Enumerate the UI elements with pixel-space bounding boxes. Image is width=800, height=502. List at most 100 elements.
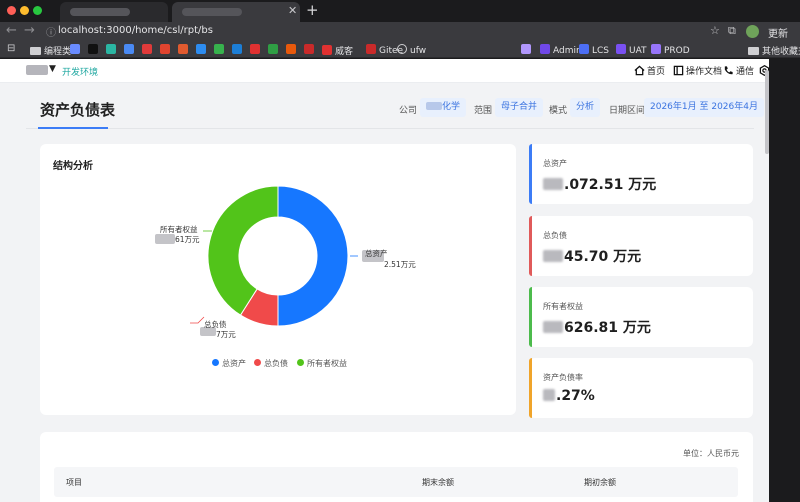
balance-sheet-table-card: 单位：人民币元 项目 期末余额 期初余额 bbox=[40, 432, 753, 502]
stat-value-text: 45.70 万元 bbox=[564, 249, 642, 265]
bookmark-item[interactable] bbox=[70, 44, 83, 56]
stat-value-text: .072.51 万元 bbox=[564, 177, 657, 193]
forward-icon[interactable]: → bbox=[24, 23, 35, 38]
stat-value-redacted bbox=[543, 321, 563, 333]
bookmark-item[interactable] bbox=[160, 44, 173, 56]
bookmark-item[interactable]: 编程类 bbox=[30, 44, 71, 57]
bookmark-item[interactable] bbox=[124, 44, 137, 56]
bookmark-label: LCS bbox=[592, 46, 610, 56]
equity-callout-value: 61万元 bbox=[175, 235, 200, 244]
bookmark-icon bbox=[579, 44, 589, 54]
bookmark-icon bbox=[540, 44, 550, 54]
app-viewport: ▼ 开发环境 首页 操作文档 通信 设置 资产负债表 公司 化学 范围 母子合并… bbox=[0, 59, 769, 502]
scrollbar-thumb[interactable] bbox=[765, 70, 769, 154]
company-filter-label: 公司 bbox=[399, 106, 418, 116]
home-icon bbox=[634, 65, 645, 76]
nav-contact[interactable]: 通信 bbox=[723, 64, 754, 77]
stat-value-redacted bbox=[543, 178, 563, 190]
column-header-ending-balance[interactable]: 期末余额 bbox=[422, 477, 454, 488]
bookmark-item[interactable] bbox=[521, 44, 534, 56]
stat-card-debt-ratio: 资产负债率 .27% bbox=[529, 358, 753, 418]
update-button[interactable]: 更新 bbox=[768, 25, 788, 40]
legend-item-liabilities[interactable]: 总负债 bbox=[254, 358, 288, 369]
scope-filter-label: 范围 bbox=[474, 106, 493, 116]
app-logo[interactable] bbox=[26, 65, 48, 75]
bookmark-bar: ⊟ 编程类威客GiteeufwAdminLCSUATPROD其他收藏夹 bbox=[0, 42, 800, 58]
url-bar[interactable]: ⓘ localhost:3000/home/csl/rpt/bs bbox=[46, 24, 726, 40]
bookmark-menu-icon[interactable]: ⊟ bbox=[7, 43, 15, 54]
nav-home[interactable]: 首页 bbox=[634, 64, 665, 77]
stat-value: .072.51 万元 bbox=[543, 174, 656, 194]
nav-docs[interactable]: 操作文档 bbox=[673, 64, 722, 77]
date-filter-label: 日期区间 bbox=[609, 106, 646, 116]
legend-item-equity[interactable]: 所有者权益 bbox=[297, 358, 347, 369]
legend-item-assets[interactable]: 总资产 bbox=[212, 358, 246, 369]
bookmark-item[interactable]: 其他收藏夹 bbox=[748, 44, 800, 57]
address-bar-row: ← → ⓘ localhost:3000/home/csl/rpt/bs ☆ ⧉… bbox=[0, 22, 800, 42]
app-topbar: ▼ 开发环境 首页 操作文档 通信 设置 bbox=[0, 59, 769, 83]
env-badge: 开发环境 bbox=[62, 68, 99, 78]
folder-icon bbox=[748, 47, 759, 55]
bookmark-item[interactable] bbox=[106, 44, 119, 56]
star-icon[interactable]: ☆ bbox=[710, 24, 720, 37]
browser-tab-active[interactable]: ✕ bbox=[172, 2, 300, 22]
browser-tab[interactable] bbox=[60, 2, 168, 22]
stat-accent-bar bbox=[529, 287, 532, 347]
minimize-window-button[interactable] bbox=[20, 6, 29, 15]
bookmark-label: UAT bbox=[629, 46, 647, 56]
close-window-button[interactable] bbox=[7, 6, 16, 15]
avatar[interactable] bbox=[746, 25, 759, 38]
mode-filter[interactable]: 分析 bbox=[570, 98, 601, 117]
scope-filter[interactable]: 母子合并 bbox=[495, 98, 544, 117]
stat-value-redacted bbox=[543, 389, 555, 401]
stat-accent-bar bbox=[529, 216, 532, 276]
legend-label: 总负债 bbox=[264, 359, 288, 368]
bookmark-icon bbox=[214, 44, 224, 54]
maximize-window-button[interactable] bbox=[33, 6, 42, 15]
bookmark-item[interactable] bbox=[268, 44, 281, 56]
bookmark-icon bbox=[232, 44, 242, 54]
extensions-icon[interactable]: ⧉ bbox=[728, 24, 736, 38]
column-header-opening-balance[interactable]: 期初余额 bbox=[584, 477, 616, 488]
bookmark-item[interactable]: ufw bbox=[397, 44, 426, 56]
site-info-icon[interactable]: ⓘ bbox=[46, 24, 56, 39]
bookmark-icon bbox=[124, 44, 134, 54]
donut-slice-assets[interactable] bbox=[277, 185, 349, 327]
bookmark-icon bbox=[366, 44, 376, 54]
bookmark-item[interactable]: LCS bbox=[579, 44, 609, 56]
bookmark-item[interactable] bbox=[214, 44, 227, 56]
chevron-down-icon[interactable]: ▼ bbox=[49, 64, 56, 74]
stat-card-equity: 所有者权益 626.81 万元 bbox=[529, 287, 753, 347]
bookmark-item[interactable] bbox=[250, 44, 263, 56]
date-range-filter[interactable]: 2026年1月 至 2026年4月 bbox=[644, 98, 764, 117]
donut-chart: 总资产 2.51万元 所有者权益 61万元 总负债 7万元 bbox=[155, 185, 416, 339]
bookmark-item[interactable] bbox=[232, 44, 245, 56]
bookmark-item[interactable] bbox=[142, 44, 155, 56]
back-icon[interactable]: ← bbox=[6, 23, 17, 38]
bookmark-icon bbox=[106, 44, 116, 54]
callout-line-liabilities bbox=[190, 316, 205, 324]
bookmark-item[interactable] bbox=[286, 44, 299, 56]
bookmark-item[interactable]: 威客 bbox=[322, 44, 353, 57]
bookmark-item[interactable] bbox=[196, 44, 209, 56]
bookmark-item[interactable]: UAT bbox=[616, 44, 647, 56]
nav-contact-label: 通信 bbox=[736, 67, 755, 77]
bookmark-icon bbox=[142, 44, 152, 54]
stat-value: .27% bbox=[543, 388, 595, 404]
stat-value: 626.81 万元 bbox=[543, 317, 651, 337]
equity-callout-redacted bbox=[155, 234, 175, 244]
nav-home-label: 首页 bbox=[647, 67, 666, 77]
bookmark-item[interactable] bbox=[178, 44, 191, 56]
bookmark-item[interactable] bbox=[304, 44, 317, 56]
bookmark-item[interactable]: PROD bbox=[651, 44, 690, 56]
close-tab-icon[interactable]: ✕ bbox=[288, 4, 297, 17]
stat-label: 总负债 bbox=[543, 231, 567, 240]
browser-tab-bar: ✕ + bbox=[0, 0, 800, 22]
new-tab-button[interactable]: + bbox=[306, 1, 319, 19]
folder-icon bbox=[30, 47, 41, 55]
company-filter[interactable]: 化学 bbox=[420, 98, 467, 117]
table-header-row: 项目 期末余额 期初余额 bbox=[54, 467, 738, 497]
column-header-item[interactable]: 项目 bbox=[66, 477, 82, 488]
bookmark-item[interactable]: Admin bbox=[540, 44, 582, 56]
bookmark-item[interactable] bbox=[88, 44, 101, 56]
